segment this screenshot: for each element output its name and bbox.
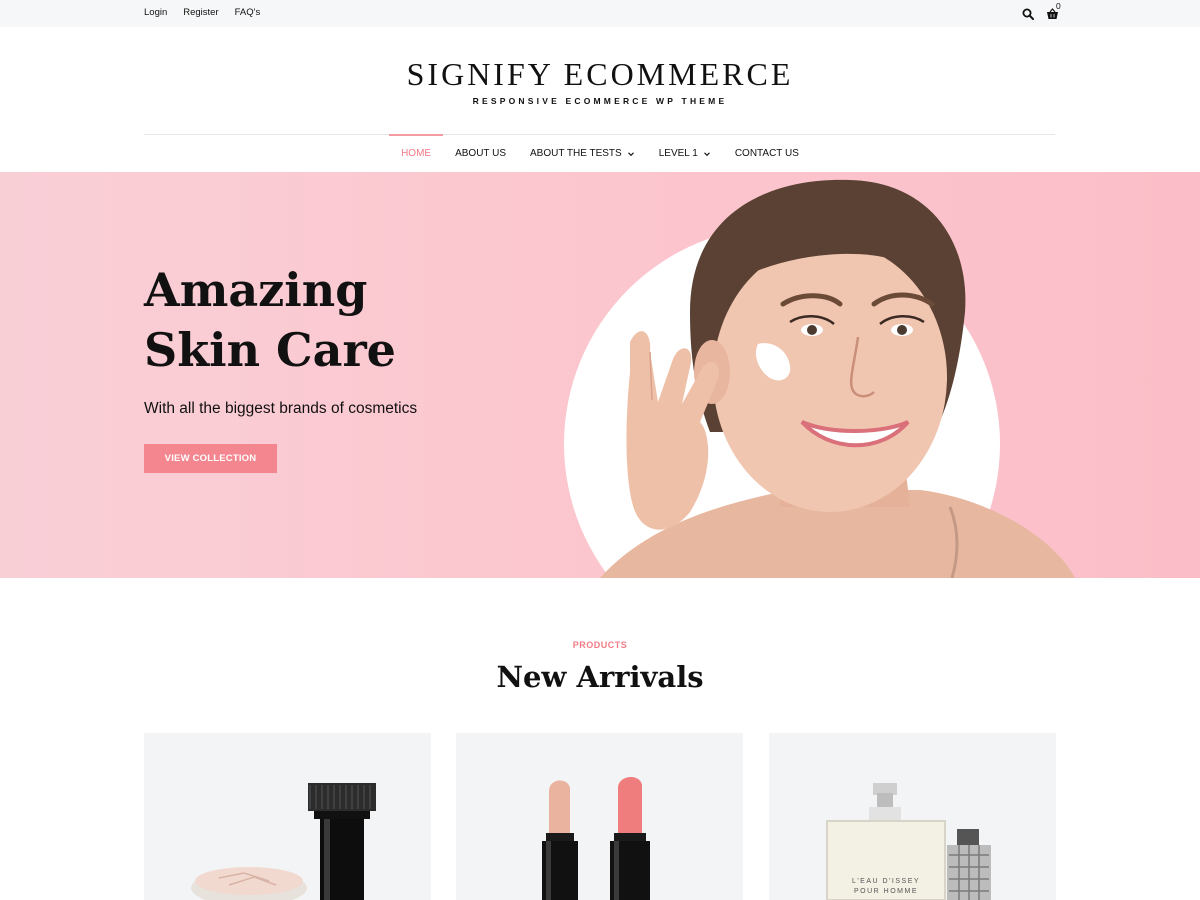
lipsticks-image xyxy=(542,777,650,900)
chevron-down-icon xyxy=(627,150,635,158)
nav-item-contact-us[interactable]: CONTACT US xyxy=(723,135,811,172)
main-nav: HOME ABOUT US ABOUT THE TESTS LEVEL 1 CO… xyxy=(0,134,1200,172)
nav-item-about-the-tests[interactable]: ABOUT THE TESTS xyxy=(518,135,647,172)
hero-model-image xyxy=(564,179,1075,578)
site-tagline: RESPONSIVE ECOMMERCE WP THEME xyxy=(472,96,728,106)
hero-title-line-1: Amazing xyxy=(144,263,368,317)
hero-subtitle: With all the biggest brands of cosmetics xyxy=(144,400,418,417)
hero-banner: Amazing Skin Care With all the biggest b… xyxy=(0,172,1200,578)
makeup-brush-image xyxy=(191,783,376,900)
search-icon[interactable] xyxy=(1020,6,1036,22)
hero-title: Amazing Skin Care xyxy=(144,260,564,380)
login-link[interactable]: Login xyxy=(144,7,167,18)
perfume-image: L'EAU D'ISSEY POUR HOMME xyxy=(826,783,991,900)
nav-item-label: ABOUT THE TESTS xyxy=(530,148,622,159)
faq-link[interactable]: FAQ's xyxy=(235,7,261,18)
header-icons: 0 xyxy=(1020,1,1061,24)
product-card-makeup-brush[interactable] xyxy=(144,733,431,900)
top-bar: Login Register FAQ's 0 xyxy=(0,0,1200,27)
nav-item-label: ABOUT US xyxy=(455,148,507,159)
nav-item-level-1[interactable]: LEVEL 1 xyxy=(647,135,723,172)
nav-item-about-us[interactable]: ABOUT US xyxy=(443,135,518,172)
products-section-tag: PRODUCTS xyxy=(572,640,628,650)
register-link[interactable]: Register xyxy=(183,7,218,18)
nav-item-label: LEVEL 1 xyxy=(658,148,698,159)
product-card-lipsticks[interactable] xyxy=(456,733,743,900)
account-links: Login Register FAQ's xyxy=(144,7,276,18)
hero-title-line-2: Skin Care xyxy=(144,323,396,377)
nav-item-home[interactable]: HOME xyxy=(389,134,444,172)
products-section-title: New Arrivals xyxy=(496,660,704,694)
product-card-perfume[interactable]: L'EAU D'ISSEY POUR HOMME xyxy=(769,733,1056,900)
nav-item-label: HOME xyxy=(401,148,432,159)
view-collection-button[interactable]: VIEW COLLECTION xyxy=(144,444,277,473)
perfume-label-line-2: POUR HOMME xyxy=(854,888,918,895)
perfume-label-line-1: L'EAU D'ISSEY xyxy=(852,878,920,885)
site-title[interactable]: SIGNIFY ECOMMERCE xyxy=(0,56,1200,93)
nav-item-label: CONTACT US xyxy=(734,148,799,159)
chevron-down-icon xyxy=(703,150,711,158)
cart-count-badge: 0 xyxy=(1056,1,1061,11)
